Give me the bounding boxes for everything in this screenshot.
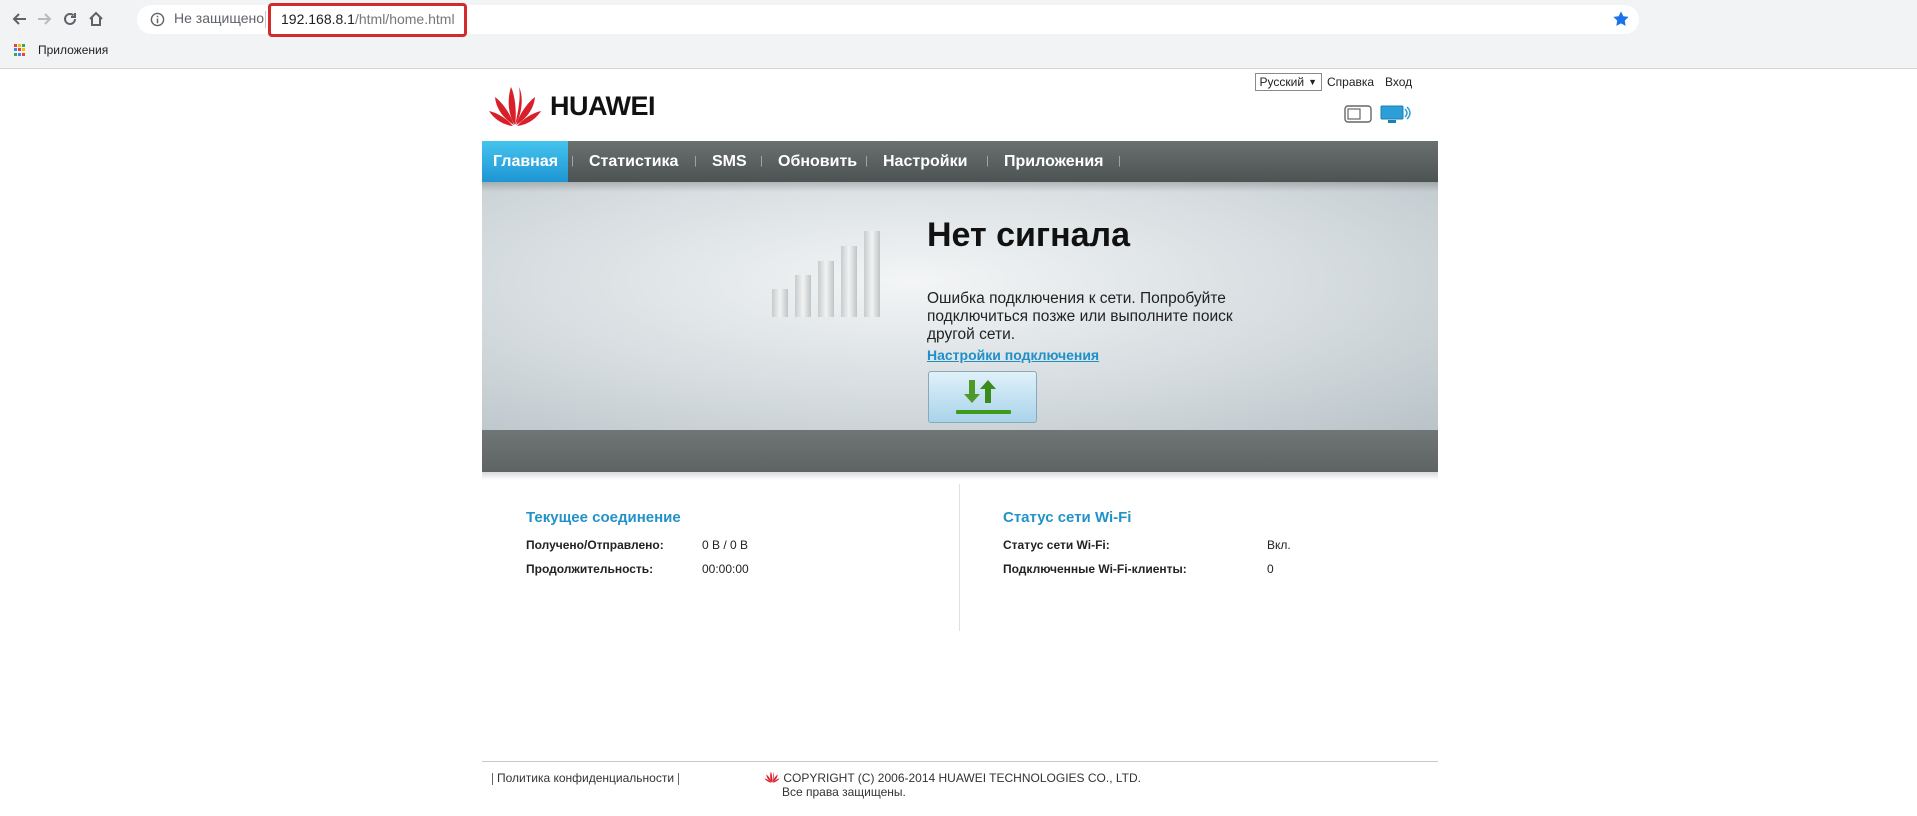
footer-separator	[678, 772, 680, 785]
reload-icon	[64, 12, 76, 25]
signal-bar-4	[841, 246, 857, 317]
url-path: /html/home.html	[354, 11, 455, 27]
menu-item-label: Приложения	[1004, 153, 1104, 170]
forward-button[interactable]	[32, 7, 56, 31]
desktop-view-icon[interactable]	[1380, 105, 1412, 125]
copyright-block: COPYRIGHT (C) 2006-2014 HUAWEI TECHNOLOG…	[764, 771, 1141, 799]
menu-separator: |	[694, 155, 697, 167]
connection-settings-link[interactable]: Настройки подключения	[927, 347, 1099, 363]
panel-divider	[959, 484, 960, 631]
url-text[interactable]: 192.168.8.1/html/home.html	[281, 11, 455, 27]
help-link[interactable]: Справка	[1327, 75, 1374, 89]
omnibox-divider	[265, 11, 266, 28]
huawei-flower-icon	[489, 87, 541, 126]
connection-status-panel: Нет сигнала Ошибка подключения к сети. П…	[482, 182, 1438, 430]
menu-separator: |	[1118, 155, 1121, 167]
footer-separator	[492, 772, 493, 785]
menu-item-label: Главная	[493, 153, 559, 170]
privacy-policy-link[interactable]: Политика конфиденциальности	[497, 771, 674, 785]
duration-value: 00:00:00	[702, 562, 749, 576]
wifi-status-label: Статус сети Wi-Fi:	[1003, 538, 1110, 552]
menu-separator: |	[865, 155, 868, 167]
menu-item-statistics[interactable]: Статистика	[579, 141, 688, 182]
huawei-logo: HUAWEI	[488, 83, 656, 129]
footer-divider	[482, 761, 1438, 762]
received-sent-value: 0 B / 0 B	[702, 538, 749, 552]
menu-item-label: SMS	[712, 153, 747, 170]
menu-item-label: Статистика	[589, 153, 679, 170]
menu-item-label: Настройки	[883, 153, 968, 170]
bookmarks-apps-link[interactable]: Приложения	[38, 43, 108, 57]
huawei-logo-text: HUAWEI	[550, 90, 656, 121]
status-footer-band	[482, 430, 1438, 472]
copyright-text: COPYRIGHT (C) 2006-2014 HUAWEI TECHNOLOG…	[783, 771, 1141, 785]
wifi-clients-value: 0	[1267, 562, 1274, 576]
arrow-right-icon	[38, 13, 52, 25]
info-row: Продолжительность: 00:00:00	[526, 557, 749, 581]
status-message: Ошибка подключения к сети. Попробуйте по…	[927, 290, 1233, 343]
menu-separator: |	[760, 155, 763, 167]
current-connection-title: Текущее соединение	[526, 509, 681, 526]
back-button[interactable]	[8, 7, 32, 31]
security-label[interactable]: Не защищено	[174, 10, 264, 26]
bookmark-star-icon[interactable]	[1612, 10, 1630, 28]
info-row: Подключенные Wi-Fi-клиенты: 0	[1003, 557, 1291, 581]
reload-button[interactable]	[58, 7, 82, 31]
current-connection-panel: Текущее соединение Получено/Отправлено: …	[526, 509, 749, 581]
browser-chrome: Не защищено 192.168.8.1/html/home.html П…	[0, 0, 1917, 69]
tablet-view-icon[interactable]	[1344, 105, 1372, 123]
menu-item-settings[interactable]: Настройки	[873, 141, 977, 182]
menu-separator: |	[986, 155, 989, 167]
arrow-left-icon	[12, 13, 26, 25]
wifi-clients-label: Подключенные Wi-Fi-клиенты:	[1003, 562, 1187, 576]
connect-button[interactable]	[928, 371, 1037, 423]
menu-separator: |	[571, 155, 574, 167]
menu-item-update[interactable]: Обновить	[768, 141, 867, 182]
signal-bar-5	[864, 231, 880, 317]
rights-text: Все права защищены.	[782, 785, 906, 799]
home-button[interactable]	[84, 7, 108, 31]
huawei-small-logo-icon	[764, 771, 780, 783]
url-host: 192.168.8.1	[281, 11, 355, 27]
wifi-status-panel: Статус сети Wi-Fi Статус сети Wi-Fi: Вкл…	[1003, 509, 1291, 581]
menu-shadow	[482, 182, 1438, 192]
privacy-block: Политика конфиденциальности	[488, 771, 683, 785]
signal-bar-1	[772, 289, 788, 317]
wifi-status-title: Статус сети Wi-Fi	[1003, 509, 1132, 526]
dropdown-arrow-icon: ▼	[1308, 77, 1317, 87]
apps-grid-icon[interactable]	[14, 44, 26, 56]
signal-bar-3	[818, 261, 834, 317]
signal-strength-icon	[772, 231, 880, 317]
signal-bar-2	[795, 275, 811, 317]
duration-label: Продолжительность:	[526, 562, 654, 576]
wifi-status-value: Вкл.	[1267, 538, 1291, 552]
menu-item-apps[interactable]: Приложения	[994, 141, 1114, 182]
info-icon[interactable]	[150, 12, 165, 27]
menu-item-label: Обновить	[778, 153, 858, 170]
login-link[interactable]: Вход	[1385, 75, 1412, 89]
router-page: Русский ▼ Справка Вход HUAWEI Главная | …	[482, 69, 1438, 816]
info-row: Статус сети Wi-Fi: Вкл.	[1003, 533, 1291, 557]
main-menu: Главная | Статистика | SMS | Обновить | …	[482, 141, 1438, 182]
info-row: Получено/Отправлено: 0 B / 0 B	[526, 533, 749, 557]
band-shadow	[482, 472, 1438, 480]
language-select[interactable]: Русский ▼	[1254, 73, 1322, 91]
language-value: Русский	[1259, 75, 1305, 89]
home-icon	[89, 11, 103, 26]
menu-item-home[interactable]: Главная	[482, 141, 568, 182]
status-title: Нет сигнала	[927, 216, 1131, 254]
menu-item-sms[interactable]: SMS	[702, 141, 757, 182]
data-transfer-icon	[956, 380, 1011, 414]
received-sent-label: Получено/Отправлено:	[526, 538, 664, 552]
